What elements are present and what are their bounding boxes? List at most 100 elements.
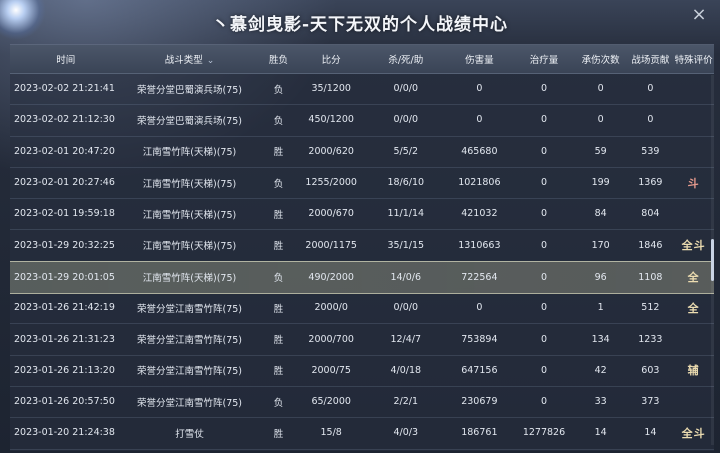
close-icon[interactable]: ×: [690, 6, 708, 24]
table-row[interactable]: 2023-01-26 21:31:23 荣誉分堂江南雪竹阵(75) 胜 2000/70…: [10, 323, 714, 356]
cell-type: 江南雪竹阵(天梯)(75): [142, 209, 237, 221]
cell-kda: 0/0/0: [393, 83, 419, 95]
table-row[interactable]: 2023-02-02 21:12:30 荣誉分堂巴蜀演兵场(75) 负 450/120…: [10, 104, 714, 137]
column-header-damage: 伤害量: [465, 55, 494, 66]
cell-time: 2023-02-01 19:59:18: [14, 208, 115, 220]
cell-result: 胜: [273, 303, 284, 315]
cell-score: 2000/620: [308, 145, 354, 157]
cell-contribution: 804: [641, 208, 660, 220]
cell-injured: 199: [591, 177, 610, 189]
cell-damage: 722564: [461, 271, 498, 283]
cell-kda: 18/6/10: [387, 177, 425, 189]
cell-injured: 84: [594, 208, 607, 220]
cell-score: 2000/700: [308, 333, 354, 345]
column-header-contribution: 战场贡献: [631, 55, 670, 66]
cell-damage: 0: [476, 114, 483, 126]
cell-time: 2023-01-26 21:42:19: [14, 302, 115, 314]
cell-heal: 0: [540, 396, 547, 408]
cell-damage: 1310663: [458, 239, 501, 251]
cell-score: 2000/1175: [305, 239, 357, 251]
cell-evaluation: 斗: [687, 176, 700, 190]
cell-type: 荣誉分堂江南雪竹阵(75): [136, 335, 242, 347]
cell-type: 荣誉分堂巴蜀演兵场(75): [136, 84, 242, 96]
cell-contribution: 539: [641, 145, 660, 157]
scrollbar-thumb[interactable]: [711, 239, 714, 281]
cell-heal: 0: [540, 271, 547, 283]
table-row[interactable]: 2023-02-01 20:27:46 江南雪竹阵(天梯)(75) 负 1255/20…: [10, 167, 714, 200]
column-header-type-label: 战斗类型: [164, 55, 203, 66]
cell-type: 江南雪竹阵(天梯)(75): [142, 241, 237, 253]
scrollbar[interactable]: [711, 75, 714, 445]
cell-result: 负: [273, 178, 284, 190]
column-header-heal: 治疗量: [529, 55, 559, 66]
cell-score: 15/8: [320, 427, 342, 439]
cell-kda: 35/1/15: [387, 239, 425, 251]
table-header: 时间 战斗类型 ⌄ 胜负 比分 杀/死/助 伤害量 治疗量 承伤次数 战场贡献 特…: [10, 45, 714, 74]
cell-damage: 465680: [461, 145, 498, 157]
cell-injured: 134: [591, 333, 610, 345]
record-table: 时间 战斗类型 ⌄ 胜负 比分 杀/死/助 伤害量 治疗量 承伤次数 战场贡献 特…: [10, 44, 714, 451]
cell-result: 胜: [273, 241, 284, 253]
cell-heal: 0: [540, 364, 547, 376]
column-header-time: 时间: [56, 55, 76, 66]
cell-heal: 0: [540, 177, 547, 189]
cell-injured: 59: [594, 145, 607, 157]
cell-time: 2023-01-26 20:57:50: [14, 396, 115, 408]
cell-result: 负: [273, 397, 284, 409]
window-frame: 丶慕剑曳影-天下无双的个人战绩中心 × 时间 战斗类型 ⌄ 胜负 比分 杀/死/助…: [0, 0, 720, 453]
cell-result: 胜: [273, 366, 284, 378]
cell-damage: 186761: [461, 427, 498, 439]
cell-kda: 0/0/0: [393, 302, 419, 314]
table-row[interactable]: 2023-01-20 21:24:38 打雪仗 胜 15/8 4/0/3 186761 12…: [10, 417, 714, 450]
cell-contribution: 373: [641, 396, 660, 408]
cell-time: 2023-01-26 21:13:20: [14, 364, 115, 376]
cell-evaluation: 辅: [687, 364, 700, 378]
chevron-down-icon[interactable]: ⌄: [207, 56, 215, 66]
table-row[interactable]: 2023-01-26 21:13:20 荣誉分堂江南雪竹阵(75) 胜 2000/75…: [10, 355, 714, 387]
column-header-evaluation: 特殊评价: [674, 55, 713, 66]
column-header-type[interactable]: 战斗类型 ⌄: [117, 52, 261, 66]
cell-result: 负: [273, 84, 284, 96]
cell-injured: 42: [594, 364, 607, 376]
column-header-kda: 杀/死/助: [388, 55, 424, 66]
table-row[interactable]: 2023-01-26 20:57:50 荣誉分堂江南雪竹阵(75) 负 65/2000…: [10, 386, 714, 419]
cell-type: 荣誉分堂巴蜀演兵场(75): [136, 115, 242, 127]
cell-time: 2023-01-29 20:01:05: [14, 271, 115, 283]
cell-result: 负: [273, 115, 284, 127]
cell-score: 450/1200: [308, 114, 354, 126]
cell-type: 江南雪竹阵(天梯)(75): [142, 178, 237, 190]
column-header-score: 比分: [321, 55, 341, 66]
cell-score: 2000/0: [314, 302, 348, 314]
cell-heal: 0: [540, 302, 547, 314]
cell-result: 胜: [273, 147, 284, 159]
cell-kda: 5/5/2: [393, 145, 419, 157]
cell-score: 2000/75: [311, 364, 351, 376]
cell-contribution: 0: [647, 114, 654, 126]
table-row[interactable]: 2023-01-29 20:01:05 江南雪竹阵(天梯)(75) 负 490/200…: [10, 260, 714, 295]
table-row[interactable]: 2023-01-26 21:42:19 荣誉分堂江南雪竹阵(75) 胜 2000/0 0…: [10, 292, 714, 325]
table-row[interactable]: 2023-02-01 19:59:18 江南雪竹阵(天梯)(75) 胜 2000/67…: [10, 198, 714, 231]
cell-time: 2023-02-02 21:12:30: [14, 114, 115, 126]
cell-injured: 1: [597, 302, 604, 314]
cell-type: 荣誉分堂江南雪竹阵(75): [136, 303, 242, 315]
cell-injured: 14: [594, 427, 607, 439]
cell-time: 2023-01-29 20:32:25: [14, 239, 115, 251]
cell-contribution: 603: [641, 364, 660, 376]
cell-kda: 11/1/14: [387, 208, 425, 220]
cell-damage: 753894: [461, 333, 498, 345]
cell-score: 2000/670: [308, 208, 354, 220]
cell-time: 2023-02-01 20:47:20: [14, 145, 115, 157]
cell-type: 荣誉分堂江南雪竹阵(75): [136, 397, 242, 409]
table-row[interactable]: 2023-02-01 20:47:20 江南雪竹阵(天梯)(75) 胜 2000/62…: [10, 136, 714, 168]
cell-heal: 0: [540, 239, 547, 251]
cell-score: 1255/2000: [305, 177, 357, 189]
table-row[interactable]: 2023-01-29 20:32:25 江南雪竹阵(天梯)(75) 胜 2000/11…: [10, 230, 714, 262]
cell-time: 2023-01-20 21:24:38: [14, 427, 115, 439]
cell-injured: 0: [597, 114, 604, 126]
cell-score: 65/2000: [311, 396, 351, 408]
cell-damage: 230679: [461, 396, 498, 408]
table-row[interactable]: 2023-02-02 21:21:41 荣誉分堂巴蜀演兵场(75) 负 35/1200…: [10, 73, 714, 106]
cell-contribution: 1233: [638, 333, 663, 345]
cell-damage: 0: [476, 302, 483, 314]
cell-evaluation: 全: [687, 271, 700, 285]
